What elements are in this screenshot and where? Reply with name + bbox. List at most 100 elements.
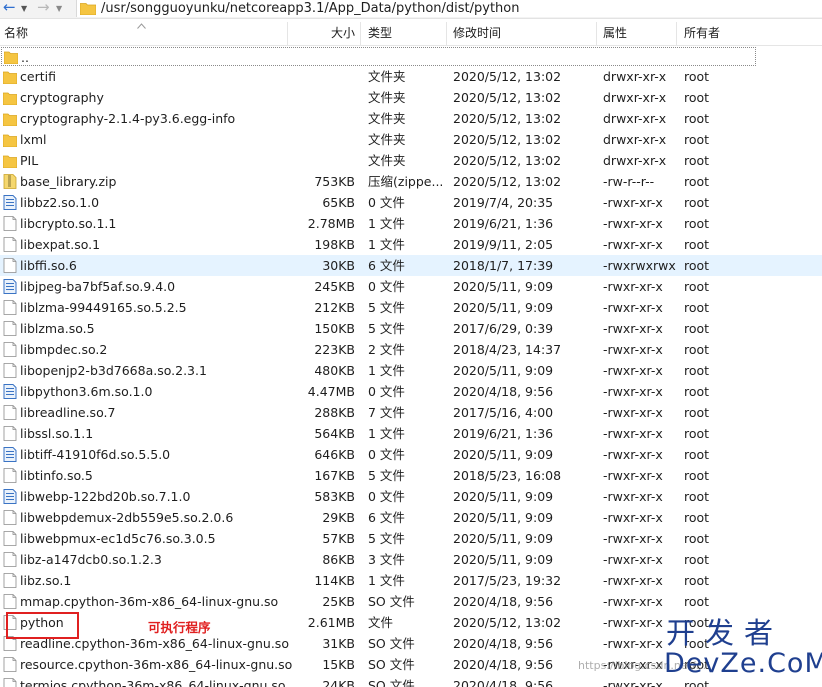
column-divider[interactable]: [446, 22, 447, 45]
file-row[interactable]: libz-a147dcb0.so.1.2.3 86KB 3 文件 2020/5/11,…: [0, 549, 822, 570]
file-size: 646KB: [314, 447, 355, 462]
file-row[interactable]: PIL 文件夹 2020/5/12, 13:02 drwxr-xr-x root: [0, 150, 822, 171]
address-bar[interactable]: /usr/songguoyunku/netcoreapp3.1/App_Data…: [76, 0, 822, 17]
file-type: 0 文件: [368, 489, 405, 504]
file-size: 2.61MB: [307, 615, 355, 630]
file-row[interactable]: libbz2.so.1.0 65KB 0 文件 2019/7/4, 20:35 -rwx…: [0, 192, 822, 213]
file-icon: [3, 300, 17, 315]
file-icon: [3, 258, 17, 273]
file-row[interactable]: liblzma.so.5 150KB 5 文件 2017/6/29, 0:39 -rwx…: [0, 318, 822, 339]
file-type: 5 文件: [368, 321, 405, 336]
file-row[interactable]: liblzma-99449165.so.5.2.5 212KB 5 文件 2020/5…: [0, 297, 822, 318]
file-row[interactable]: libffi.so.6 30KB 6 文件 2018/1/7, 17:39 -rwxrw…: [0, 255, 822, 276]
file-icon: [3, 342, 17, 357]
file-name: mmap.cpython-36m-x86_64-linux-gnu.so: [20, 594, 279, 609]
blue-doc-icon: [3, 279, 17, 294]
file-type: 0 文件: [368, 447, 405, 462]
address-toolbar: ← ▼ → ▼ /usr/songguoyunku/netcoreapp3.1/…: [0, 0, 822, 19]
file-owner: root: [684, 552, 710, 567]
file-owner: root: [684, 174, 710, 189]
file-row[interactable]: libpython3.6m.so.1.0 4.47MB 0 文件 2020/4/18,…: [0, 381, 822, 402]
file-icon: [3, 678, 17, 687]
file-owner: root: [684, 300, 710, 315]
column-modified-header[interactable]: 修改时间: [453, 22, 501, 45]
file-name: liblzma-99449165.so.5.2.5: [20, 300, 187, 315]
column-divider[interactable]: [287, 22, 288, 45]
column-type-header[interactable]: 类型: [368, 22, 392, 45]
file-row[interactable]: lxml 文件夹 2020/5/12, 13:02 drwxr-xr-x root: [0, 129, 822, 150]
file-modified: 2020/5/11, 9:09: [453, 447, 554, 462]
file-modified: 2020/5/11, 9:09: [453, 552, 554, 567]
file-attributes: -rwxr-xr-x: [603, 678, 663, 687]
file-row[interactable]: libcrypto.so.1.1 2.78MB 1 文件 2019/6/21, 1:3…: [0, 213, 822, 234]
file-row[interactable]: libexpat.so.1 198KB 1 文件 2019/9/11, 2:05 -rw…: [0, 234, 822, 255]
file-row[interactable]: libmpdec.so.2 223KB 2 文件 2018/4/23, 14:37 -r…: [0, 339, 822, 360]
column-attributes-header[interactable]: 属性: [603, 22, 627, 45]
file-row[interactable]: libopenjp2-b3d7668a.so.2.3.1 480KB 1 文件 202…: [0, 360, 822, 381]
file-name: libz.so.1: [20, 573, 72, 588]
forward-arrow-icon[interactable]: →: [37, 0, 51, 16]
file-modified: 2019/9/11, 2:05: [453, 237, 554, 252]
file-owner: root: [684, 279, 710, 294]
column-divider[interactable]: [676, 22, 677, 45]
file-icon: [3, 657, 17, 672]
column-size-header[interactable]: 大小: [331, 22, 355, 45]
file-row[interactable]: libtiff-41910f6d.so.5.5.0 646KB 0 文件 2020/5…: [0, 444, 822, 465]
file-type: 1 文件: [368, 363, 405, 378]
recent-locations-dropdown-icon[interactable]: ▼: [56, 1, 66, 17]
file-owner: root: [684, 195, 710, 210]
file-size: 212KB: [314, 300, 355, 315]
file-attributes: drwxr-xr-x: [603, 90, 667, 105]
file-size: 480KB: [314, 363, 355, 378]
file-row[interactable]: libwebpdemux-2db559e5.so.2.0.6 29KB 6 文件 20…: [0, 507, 822, 528]
file-row[interactable]: mmap.cpython-36m-x86_64-linux-gnu.so 25KB…: [0, 591, 822, 612]
file-name: libssl.so.1.1: [20, 426, 94, 441]
file-type: 6 文件: [368, 258, 405, 273]
file-owner: root: [684, 510, 710, 525]
file-modified: 2020/5/11, 9:09: [453, 489, 554, 504]
file-owner: root: [684, 216, 710, 231]
file-modified: 2017/6/29, 0:39: [453, 321, 554, 336]
file-type: 0 文件: [368, 279, 405, 294]
column-divider[interactable]: [596, 22, 597, 45]
file-row[interactable]: libwebpmux-ec1d5c76.so.3.0.5 57KB 5 文件 2020…: [0, 528, 822, 549]
file-row[interactable]: base_library.zip 753KB 压缩(zippe... 2020/5/1…: [0, 171, 822, 192]
file-modified: 2020/5/11, 9:09: [453, 363, 554, 378]
parent-directory-row[interactable]: ..: [1, 47, 756, 66]
file-row[interactable]: cryptography-2.1.4-py3.6.egg-info 文件夹 2020…: [0, 108, 822, 129]
file-name: libffi.so.6: [20, 258, 77, 273]
back-history-dropdown-icon[interactable]: ▼: [21, 1, 31, 17]
file-owner: root: [684, 69, 710, 84]
back-arrow-icon[interactable]: ←: [3, 0, 17, 16]
file-row[interactable]: libwebp-122bd20b.so.7.1.0 583KB 0 文件 2020/5…: [0, 486, 822, 507]
file-size: 57KB: [322, 531, 355, 546]
file-modified: 2020/4/18, 9:56: [453, 657, 554, 672]
file-icon: [3, 552, 17, 567]
file-icon: [3, 573, 17, 588]
file-size: 114KB: [314, 573, 355, 588]
file-row[interactable]: cryptography 文件夹 2020/5/12, 13:02 drwxr-xr-…: [0, 87, 822, 108]
address-path[interactable]: /usr/songguoyunku/netcoreapp3.1/App_Data…: [101, 0, 519, 17]
column-owner-header[interactable]: 所有者: [684, 22, 720, 45]
file-name: libexpat.so.1: [20, 237, 101, 252]
column-divider[interactable]: [360, 22, 361, 45]
file-row[interactable]: libreadline.so.7 288KB 7 文件 2017/5/16, 4:00…: [0, 402, 822, 423]
file-name: base_library.zip: [20, 174, 117, 189]
file-owner: root: [684, 258, 710, 273]
file-name: resource.cpython-36m-x86_64-linux-gnu.so: [20, 657, 293, 672]
file-name: lxml: [20, 132, 47, 147]
folder-icon: [80, 3, 96, 15]
file-modified: 2020/4/18, 9:56: [453, 678, 554, 687]
column-name-header[interactable]: 名称: [4, 22, 28, 45]
file-owner: root: [684, 237, 710, 252]
file-owner: root: [684, 321, 710, 336]
file-row[interactable]: libz.so.1 114KB 1 文件 2017/5/23, 19:32 -rwxr-…: [0, 570, 822, 591]
file-type: 文件夹: [368, 111, 406, 126]
file-icon: [3, 531, 17, 546]
file-row[interactable]: certifi 文件夹 2020/5/12, 13:02 drwxr-xr-x root: [0, 66, 822, 87]
file-row[interactable]: libssl.so.1.1 564KB 1 文件 2019/6/21, 1:36 -rw…: [0, 423, 822, 444]
file-modified: 2020/5/12, 13:02: [453, 132, 562, 147]
file-row[interactable]: libjpeg-ba7bf5af.so.9.4.0 245KB 0 文件 2020/5…: [0, 276, 822, 297]
file-row[interactable]: libtinfo.so.5 167KB 5 文件 2018/5/23, 16:08 -r…: [0, 465, 822, 486]
file-attributes: -rwxr-xr-x: [603, 300, 663, 315]
